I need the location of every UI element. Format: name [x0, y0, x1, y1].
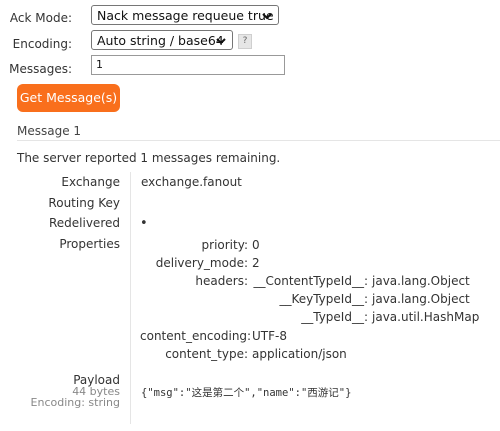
- help-icon[interactable]: ?: [238, 34, 252, 49]
- encoding-value: Auto string / base64: [97, 33, 224, 48]
- header-key: __TypeId__:: [301, 310, 368, 324]
- encoding-label: Encoding:: [12, 37, 72, 51]
- header-key: __KeyTypeId__:: [279, 292, 368, 306]
- delivery-mode-value: 2: [252, 256, 260, 270]
- content-encoding-value: UTF-8: [252, 329, 287, 343]
- routing-key-label: Routing Key: [48, 196, 120, 210]
- chevron-down-icon: [216, 38, 226, 45]
- header-value: java.lang.Object: [372, 274, 470, 288]
- content-encoding-label: content_encoding:: [140, 329, 252, 343]
- column-divider: [130, 172, 131, 424]
- exchange-value: exchange.fanout: [141, 175, 242, 189]
- remaining-text: The server reported 1 messages remaining…: [17, 151, 281, 165]
- messages-label: Messages:: [9, 62, 72, 76]
- get-messages-button[interactable]: Get Message(s): [17, 84, 120, 112]
- headers-label: headers:: [195, 274, 248, 288]
- ack-mode-label: Ack Mode:: [9, 11, 72, 25]
- payload-body: {"msg":"这是第二个","name":"西游记"}: [141, 387, 352, 399]
- messages-input[interactable]: 1: [91, 55, 285, 75]
- content-type-value: application/json: [252, 347, 347, 361]
- ack-mode-value: Nack message requeue true: [97, 8, 274, 23]
- header-key: __ContentTypeId__:: [253, 274, 369, 288]
- priority-value: 0: [252, 238, 260, 252]
- encoding-select[interactable]: Auto string / base64: [91, 30, 233, 50]
- chevron-down-icon: [262, 13, 272, 20]
- message-title: Message 1: [17, 124, 82, 138]
- header-value: java.util.HashMap: [372, 310, 480, 324]
- divider: [17, 140, 500, 141]
- redelivered-label: Redelivered: [48, 216, 120, 230]
- redelivered-indicator: •: [140, 216, 148, 231]
- header-value: java.lang.Object: [372, 292, 470, 306]
- priority-label: priority:: [201, 238, 248, 252]
- ack-mode-select[interactable]: Nack message requeue true: [91, 5, 279, 25]
- payload-encoding: Encoding: string: [30, 396, 120, 409]
- properties-label: Properties: [59, 237, 120, 251]
- content-type-label: content_type:: [165, 347, 248, 361]
- exchange-label: Exchange: [61, 175, 120, 189]
- delivery-mode-label: delivery_mode:: [155, 256, 248, 270]
